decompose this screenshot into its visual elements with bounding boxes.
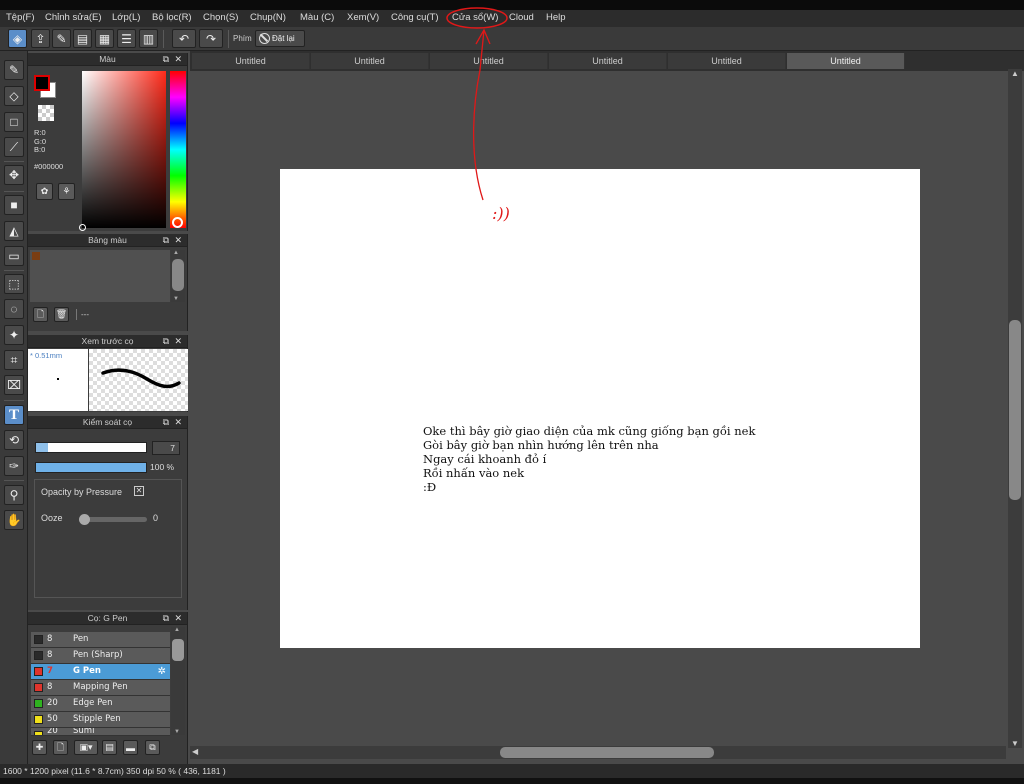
annotation-arrow [472,29,485,201]
status-bar: 1600 * 1200 pixel (11.6 * 8.7cm) 350 dpi… [0,764,1024,778]
vertical-scrollbar[interactable]: ▲ ▼ [1008,69,1022,748]
vertical-scroll-thumb[interactable] [1009,320,1021,500]
scroll-left-icon[interactable]: ◀ [192,747,198,756]
canvas-info: 1600 * 1200 pixel (11.6 * 8.7cm) 350 dpi… [3,766,226,776]
red-annotation [446,7,508,201]
horizontal-scrollbar[interactable]: ◀ [190,746,1006,759]
window-bottom-edge [0,778,1024,784]
highlight-circle [446,7,508,29]
smiley-annotation: :)) [492,204,510,223]
scroll-down-icon[interactable]: ▼ [1011,739,1019,748]
scroll-up-icon[interactable]: ▲ [1011,69,1019,78]
horizontal-scroll-thumb[interactable] [500,747,714,758]
